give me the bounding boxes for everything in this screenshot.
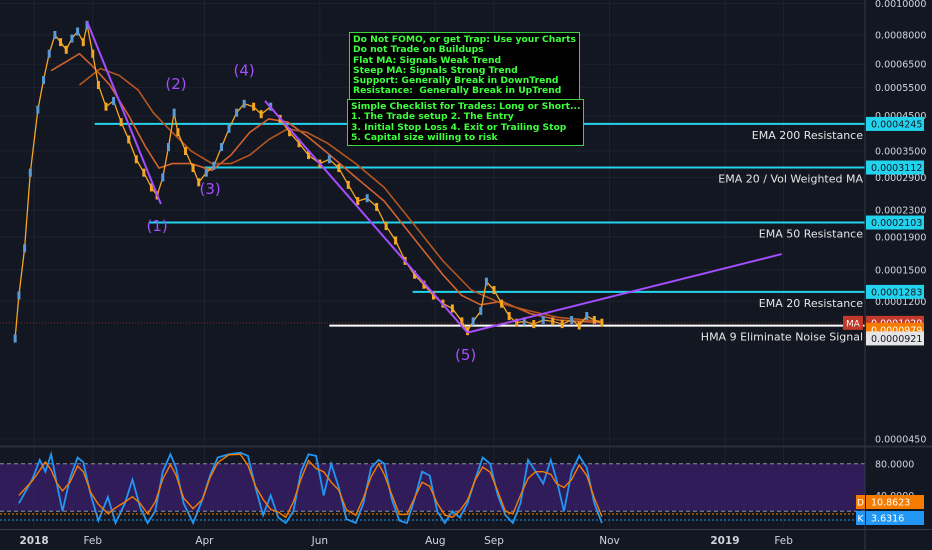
price-tick-label: 0.0008000 [875,30,926,41]
price-candle [346,180,350,189]
time-tick-label: Apr [195,535,214,547]
time-tick-label: 2019 [710,535,739,547]
price-candle [64,45,68,54]
price-candle [242,99,246,108]
price-candle [28,168,32,177]
price-tick-label: 0.0000450 [875,434,926,445]
price-tick-label: 0.0002900 [875,173,926,184]
price-candle [23,244,27,253]
price-candle [507,312,511,321]
price-candle [96,81,100,90]
price-candle [479,306,483,315]
price-candle [161,173,165,182]
price-candle [356,197,360,206]
time-tick-label: Nov [599,535,620,547]
level-label: EMA 20 Resistance [759,297,863,310]
price-candle [365,194,369,203]
price-candle [119,118,123,127]
trade-checklist-note: Simple Checklist for Trades: Long or Sho… [347,99,585,147]
price-tick-label: 0.0002300 [875,205,926,216]
price-candle [532,320,536,329]
price-candle [484,277,488,286]
price-candle [166,143,170,152]
price-candle [36,105,40,114]
price-candle [551,317,555,326]
level-label: EMA 50 Resistance [759,228,863,241]
price-candle [227,124,231,133]
price-candle [91,49,95,58]
level-label: EMA 20 / Vol Weighted MA [718,173,863,186]
level-label: EMA 200 Resistance [752,129,863,142]
wave-label: (3) [199,180,220,198]
price-candle [394,236,398,245]
wave-label: (4) [234,61,255,79]
price-candle [212,161,216,170]
price-candle [560,320,564,329]
price-candle [172,108,176,117]
price-candle [492,286,496,295]
price-tick-label: 0.0006500 [875,60,926,71]
price-candle [59,38,63,47]
time-tick-label: 2018 [19,535,48,547]
price-tag-label: 0.0002103 [871,218,922,229]
price-tag-label: 0.0004245 [871,119,922,130]
price-candle [176,128,180,137]
price-candle [183,147,187,156]
price-candle [70,34,74,43]
time-tick-label: Sep [484,535,504,547]
time-tick-label: Aug [425,535,446,547]
price-candle [252,102,256,111]
price-tag-prefix: MA [846,319,861,329]
price-candle [375,202,379,211]
price-candle [17,291,21,300]
oscillator-tag-prefix: D [857,499,864,509]
price-tag-label: 0.0003112 [871,163,922,174]
price-tick-label: 0.0001900 [875,232,926,243]
level-label: HMA 9 Eliminate Noise Signal [701,331,863,344]
price-candle [104,102,108,111]
time-tick-label: Jun [311,535,328,547]
price-tick-label: 0.0003500 [875,147,926,158]
time-tick-label: Feb [83,535,102,547]
price-tick-label: 0.0001500 [875,265,926,276]
wave-label: (5) [455,346,476,364]
price-candle [191,164,195,173]
price-candle [81,38,85,47]
price-candle [219,143,223,152]
price-candle [204,168,208,177]
price-candle [327,155,331,164]
price-candle [112,96,116,105]
price-tag-label: 0.0001283 [871,287,922,298]
price-candle [471,317,475,326]
price-candle [585,312,589,321]
oscillator-tag-label: 10.8623 [871,498,910,509]
price-tick-label: 0.0010000 [875,0,926,10]
price-candle [134,155,138,164]
price-candle [142,168,146,177]
note-line: Resistance: Generally Break in UpTrend [353,85,562,97]
wave-label: (2) [165,75,186,93]
price-candle [42,76,46,85]
price-tick-label: 0.0005500 [875,83,926,94]
price-candle [384,222,388,231]
price-candle [47,49,51,58]
price-candle [259,110,263,119]
wave-label: (1) [146,217,167,235]
note-line: 5. Capital size willing to risk [351,131,498,143]
price-candle [450,304,454,313]
price-candle [235,108,239,117]
price-tag-label: 0.0000921 [871,334,922,345]
price-candle [127,135,131,144]
price-candle [76,27,80,36]
price-candle [53,30,57,39]
oscillator-tag-label: 3.6316 [871,514,904,525]
oscillator-tick-label: 80.0000 [875,459,914,470]
trading-rules-note: Do Not FOMO, or get Trap: Use your Chart… [349,32,580,100]
time-tick-label: Feb [774,535,793,547]
price-candle [500,299,504,308]
price-candle [13,334,17,343]
price-candle [337,164,341,173]
